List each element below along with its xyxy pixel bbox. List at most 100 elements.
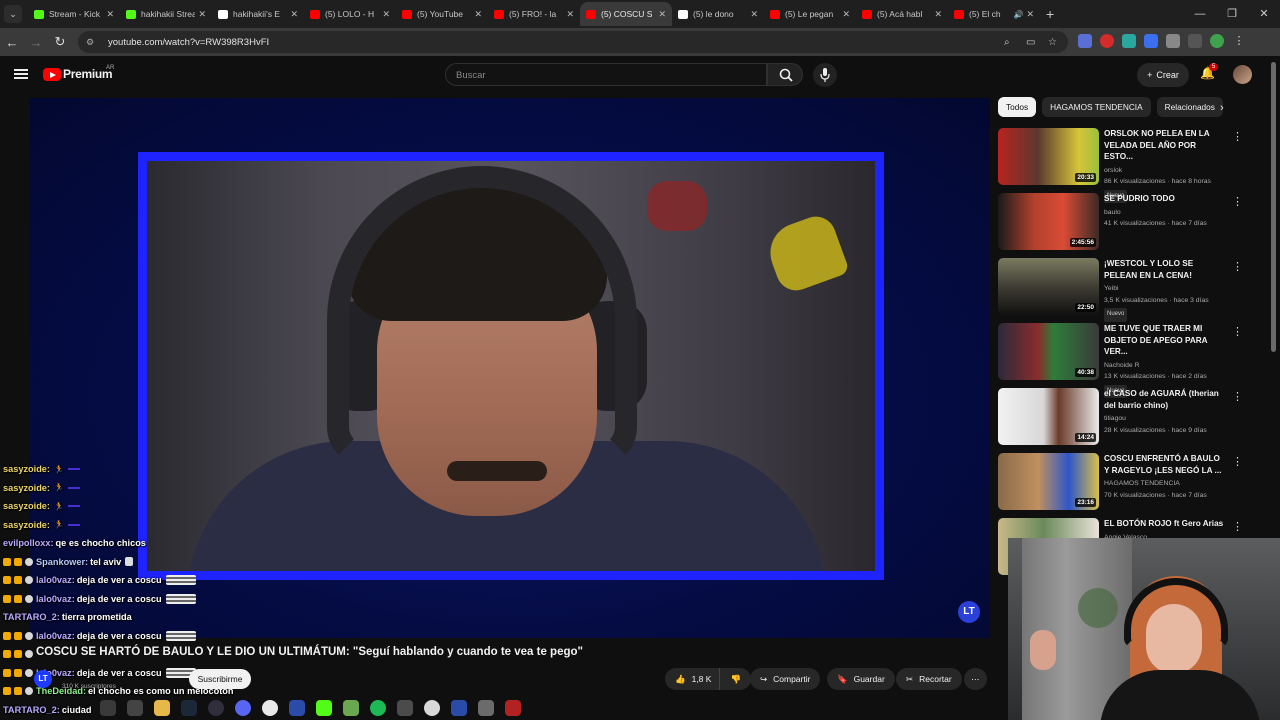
ccleaner-icon[interactable]: [289, 699, 305, 716]
zoom-icon[interactable]: ⌕: [1004, 37, 1010, 48]
chevron-right-icon[interactable]: ›: [1220, 102, 1224, 114]
kick-icon[interactable]: [316, 699, 332, 716]
dislike-button[interactable]: 👎: [719, 668, 752, 690]
more-options-icon[interactable]: ⋮: [1232, 520, 1243, 533]
close-tab-icon[interactable]: ✕: [198, 9, 206, 20]
create-button[interactable]: + Crear: [1137, 63, 1189, 87]
channel-name[interactable]: HAGAMOS TENDENCIA: [1104, 478, 1226, 490]
voicemeeter-icon[interactable]: [505, 699, 521, 716]
search-button[interactable]: [767, 63, 803, 86]
search-input[interactable]: Buscar: [445, 63, 767, 86]
video-info[interactable]: SE PUDRIO TODO baulo 41 K visualizaciones …: [1104, 193, 1226, 230]
clip-button[interactable]: ✂ Recortar: [896, 668, 962, 690]
channel-name[interactable]: Nachoide R: [1104, 360, 1226, 372]
reload-icon[interactable]: ↻: [48, 34, 72, 50]
puzzle-icon[interactable]: [1166, 34, 1180, 48]
close-tab-icon[interactable]: ✕: [382, 9, 390, 20]
forward-icon[interactable]: →: [24, 35, 48, 50]
browser-tab[interactable]: hakihakii's E ✕: [212, 2, 304, 26]
video-thumbnail[interactable]: 20:33: [998, 128, 1099, 185]
audio-playing-icon[interactable]: 🔊: [1013, 10, 1023, 19]
recommended-video[interactable]: 20:33 ORSLOK NO PELEA EN LA VELADA DEL AÑ…: [998, 126, 1248, 203]
youtube-logo-icon[interactable]: [43, 68, 61, 81]
more-actions-button[interactable]: ⋯: [964, 668, 987, 690]
hamburger-menu-icon[interactable]: [14, 69, 28, 79]
discord-icon[interactable]: [235, 699, 251, 716]
page-scrollbar[interactable]: [1271, 62, 1276, 352]
video-info[interactable]: el CASO de AGUARÁ (therian del barrio ch…: [1104, 388, 1226, 436]
corner-watermark-logo[interactable]: LT: [958, 601, 980, 623]
cast-icon[interactable]: ▭: [1026, 37, 1035, 48]
close-tab-icon[interactable]: ✕: [106, 9, 114, 20]
ccleaner-icon[interactable]: [451, 699, 467, 716]
browser-tab[interactable]: (5) COSCU S ✕: [580, 2, 672, 26]
close-tab-icon[interactable]: ✕: [474, 9, 482, 20]
filter-chip[interactable]: Todos: [998, 97, 1037, 117]
app-icon[interactable]: [397, 699, 413, 716]
profile-icon[interactable]: [1210, 34, 1224, 48]
chrome-icon[interactable]: [262, 699, 278, 716]
browser-tab[interactable]: (5) le dono ✕: [672, 2, 764, 26]
windows-icon[interactable]: [100, 699, 116, 716]
video-thumbnail[interactable]: 23:16: [998, 453, 1099, 510]
browser-tab[interactable]: (5) Le pegan ✕: [764, 2, 856, 26]
browser-tab[interactable]: (5) Acá habl ✕: [856, 2, 948, 26]
filter-chip[interactable]: HAGAMOS TENDENCIA: [1042, 97, 1151, 117]
channel-name[interactable]: baulo: [1104, 207, 1226, 219]
browser-tab[interactable]: (5) El ch 🔊 ✕: [948, 2, 1040, 26]
subscribe-button[interactable]: Suscribirme: [189, 669, 251, 689]
close-tab-icon[interactable]: ✕: [934, 9, 942, 20]
browser-tab[interactable]: (5) LOLO - H ✕: [304, 2, 396, 26]
back-icon[interactable]: ←: [0, 35, 24, 50]
browser-tab[interactable]: hakihakii Stream✕: [120, 2, 212, 26]
voice-search-button[interactable]: [813, 63, 837, 87]
brand-label[interactable]: Premium: [63, 67, 113, 81]
extension-icon[interactable]: [1122, 34, 1136, 48]
extension-icon[interactable]: [1100, 34, 1114, 48]
video-thumbnail[interactable]: 14:24: [998, 388, 1099, 445]
close-tab-icon[interactable]: ✕: [658, 9, 666, 20]
share-button[interactable]: ↪ Compartir: [750, 668, 821, 690]
media-icon[interactable]: [1188, 34, 1202, 48]
more-options-icon[interactable]: ⋮: [1232, 195, 1243, 208]
channel-avatar[interactable]: LT: [34, 670, 52, 688]
explorer-icon[interactable]: [154, 699, 170, 716]
recommended-video[interactable]: 40:38 ME TUVE QUE TRAER MI OBJETO DE APEG…: [998, 321, 1248, 398]
recommended-video[interactable]: 2:45:56 SE PUDRIO TODO baulo 41 K visualiza…: [998, 191, 1248, 256]
more-options-icon[interactable]: ⋮: [1232, 130, 1243, 143]
browser-tab[interactable]: (5) YouTube ✕: [396, 2, 488, 26]
extension-icon[interactable]: [1144, 34, 1158, 48]
address-bar[interactable]: ⚙ youtube.com/watch?v=RW398R3HvFI ⌕ ▭ ☆: [78, 31, 1068, 53]
video-info[interactable]: COSCU ENFRENTÓ A BAULO Y RAGEYLO ¡LES NE…: [1104, 453, 1226, 501]
close-tab-icon[interactable]: ✕: [1026, 9, 1034, 20]
save-button[interactable]: 🔖 Guardar: [827, 668, 895, 690]
extension-icon[interactable]: [1078, 34, 1092, 48]
minecraft-icon[interactable]: [343, 699, 359, 716]
video-thumbnail[interactable]: 40:38: [998, 323, 1099, 380]
chrome-icon[interactable]: [424, 699, 440, 716]
filter-chip[interactable]: Relacionados: [1156, 97, 1223, 117]
close-window-icon[interactable]: ✕: [1248, 0, 1280, 28]
close-tab-icon[interactable]: ✕: [290, 9, 298, 20]
channel-name[interactable]: Yeibi: [1104, 283, 1226, 295]
recommended-video[interactable]: 22:50 ¡WESTCOL Y LOLO SE PELEAN EN LA CEN…: [998, 256, 1248, 322]
channel-name[interactable]: titiagou: [1104, 413, 1226, 425]
more-options-icon[interactable]: ⋮: [1232, 455, 1243, 468]
minimize-icon[interactable]: —: [1184, 0, 1216, 28]
more-options-icon[interactable]: ⋮: [1232, 325, 1243, 338]
new-tab-button[interactable]: +: [1046, 6, 1054, 22]
menu-dots-icon[interactable]: ⋮: [1232, 34, 1246, 48]
like-button[interactable]: 👍 1,8 K: [665, 668, 720, 690]
steam-icon[interactable]: [181, 699, 197, 716]
close-tab-icon[interactable]: ✕: [842, 9, 850, 20]
more-options-icon[interactable]: ⋮: [1232, 390, 1243, 403]
video-thumbnail[interactable]: 22:50: [998, 258, 1099, 315]
recommended-video[interactable]: 14:24 el CASO de AGUARÁ (therian del barr…: [998, 386, 1248, 451]
recommended-video[interactable]: 23:16 COSCU ENFRENTÓ A BAULO Y RAGEYLO ¡L…: [998, 451, 1248, 516]
obs-icon[interactable]: [208, 699, 224, 716]
account-avatar[interactable]: [1233, 65, 1252, 84]
video-info[interactable]: ¡WESTCOL Y LOLO SE PELEAN EN LA CENA! Yei…: [1104, 258, 1226, 322]
close-tab-icon[interactable]: ✕: [750, 9, 758, 20]
site-info-icon[interactable]: ⚙: [86, 37, 100, 48]
channel-name[interactable]: orslok: [1104, 165, 1226, 177]
